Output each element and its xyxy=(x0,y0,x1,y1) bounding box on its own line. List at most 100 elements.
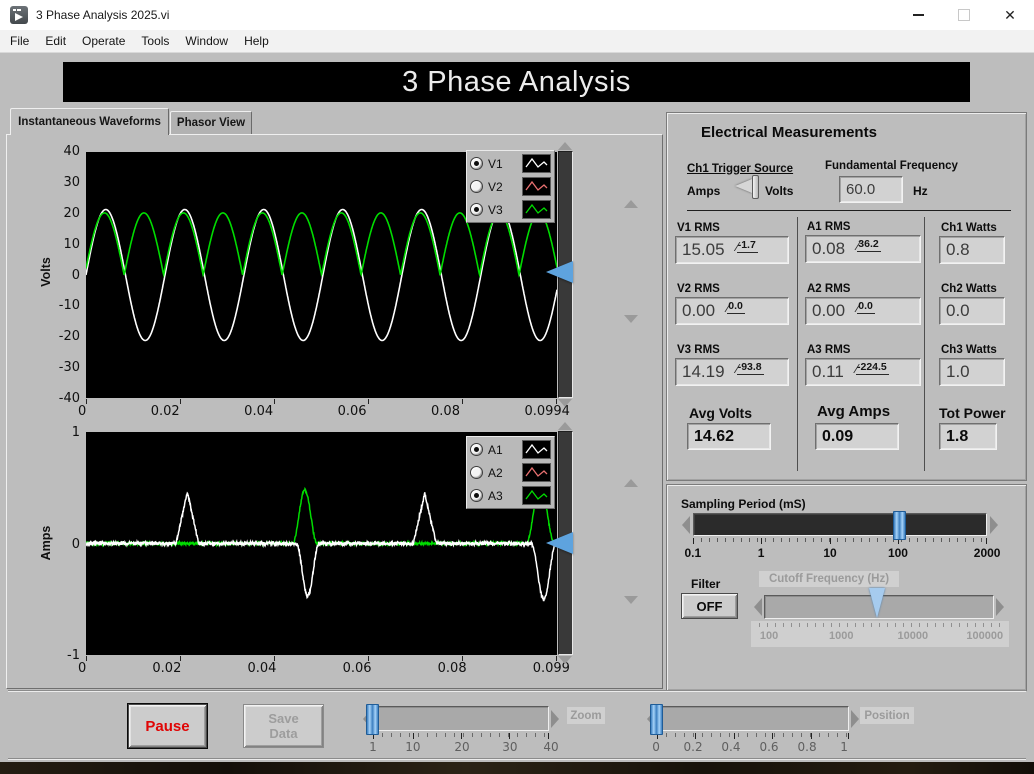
voltage-range-down-arrow[interactable] xyxy=(624,315,638,323)
position-label: Position xyxy=(860,707,914,724)
labview-app-icon xyxy=(10,6,28,24)
i-trigger-level-pointer[interactable] xyxy=(546,532,573,554)
electrical-measurements-panel: Electrical Measurements Ch1 Trigger Sour… xyxy=(666,112,1027,481)
trigger-source-amps-label: Amps xyxy=(687,184,721,198)
save-data-button[interactable]: Save Data xyxy=(243,704,324,748)
v3-rms-field: 14.19 ∕ -93.8 xyxy=(675,358,789,386)
ch3-watts-label: Ch3 Watts xyxy=(941,344,997,356)
a2-rms-label: A2 RMS xyxy=(807,283,851,295)
menu-edit[interactable]: Edit xyxy=(37,32,74,50)
divider xyxy=(8,758,1026,760)
menu-help[interactable]: Help xyxy=(236,32,277,50)
v2-rms-label: V2 RMS xyxy=(677,283,720,295)
cutoff-tick-marks xyxy=(759,623,1001,627)
a1-rms-field: 0.08 ∕ 36.2 xyxy=(805,235,921,263)
phase-angle: ∕ -93.8 xyxy=(736,361,764,376)
menu-tools[interactable]: Tools xyxy=(133,32,177,50)
phase-angle: ∕ 0.0 xyxy=(727,300,745,315)
maximize-button xyxy=(940,0,988,30)
banner-title: 3 Phase Analysis xyxy=(402,65,631,98)
cutoff-right-arrow xyxy=(994,595,1006,619)
minimize-button[interactable] xyxy=(894,0,942,30)
legend-item-a3[interactable]: A3 xyxy=(470,484,551,507)
a1-plot-style-icon[interactable] xyxy=(522,440,551,459)
desktop-strip xyxy=(0,762,1034,774)
a3-radio[interactable] xyxy=(470,489,483,502)
legend-item-a2[interactable]: A2 xyxy=(470,461,551,484)
divider xyxy=(687,210,1011,211)
v2-radio[interactable] xyxy=(470,180,483,193)
avg-volts-field: 14.62 xyxy=(687,423,771,450)
v-trigger-down-arrow[interactable] xyxy=(558,399,572,407)
v3-plot-style-icon[interactable] xyxy=(522,200,551,219)
avg-volts-label: Avg Volts xyxy=(689,405,753,421)
divider xyxy=(924,217,925,471)
phase-angle: ∕ -224.5 xyxy=(855,361,889,376)
i-trigger-down-arrow[interactable] xyxy=(558,656,572,664)
legend-item-v1[interactable]: V1 xyxy=(470,152,551,175)
sampling-right-arrow[interactable] xyxy=(987,513,1000,536)
tab-phasor-view[interactable]: Phasor View xyxy=(170,111,252,134)
current-range-up-arrow[interactable] xyxy=(624,479,638,487)
close-button[interactable]: ✕ xyxy=(986,0,1034,30)
a3-rms-label: A3 RMS xyxy=(807,344,851,356)
v1-radio[interactable] xyxy=(470,157,483,170)
menu-operate[interactable]: Operate xyxy=(74,32,133,50)
sampling-left-arrow[interactable] xyxy=(679,513,692,536)
a3-plot-style-icon[interactable] xyxy=(522,486,551,505)
zoom-slider[interactable] xyxy=(373,706,549,731)
pause-button[interactable]: Pause xyxy=(128,704,207,748)
fundamental-frequency-field: 60.0 xyxy=(839,176,903,203)
phase-angle: ∕ -1.7 xyxy=(736,239,758,254)
ch1-watts-label: Ch1 Watts xyxy=(941,222,997,234)
sampling-handle[interactable] xyxy=(893,511,906,540)
menu-file[interactable]: File xyxy=(2,32,37,50)
title-bar: 3 Phase Analysis 2025.vi ✕ xyxy=(0,0,1034,31)
v1-plot-style-icon[interactable] xyxy=(522,154,551,173)
zoom-handle[interactable] xyxy=(366,704,379,735)
phase-angle: ∕ 0.0 xyxy=(857,300,875,315)
a2-plot-style-icon[interactable] xyxy=(522,463,551,482)
legend-item-a1[interactable]: A1 xyxy=(470,438,551,461)
legend-item-v3[interactable]: V3 xyxy=(470,198,551,221)
zoom-right-arrow[interactable] xyxy=(549,706,561,731)
sampling-scale: 0.1 1 10 100 2000 xyxy=(684,546,1001,560)
v-trigger-up-arrow[interactable] xyxy=(558,142,572,150)
phase-angle: ∕ 36.2 xyxy=(857,238,881,253)
v1-rms-label: V1 RMS xyxy=(677,222,720,234)
divider xyxy=(8,690,1026,692)
i-trigger-up-arrow[interactable] xyxy=(558,422,572,430)
sampling-period-label: Sampling Period (mS) xyxy=(681,497,806,511)
position-handle[interactable] xyxy=(650,704,663,735)
cutoff-left-arrow xyxy=(752,595,764,619)
trigger-source-switch[interactable] xyxy=(733,174,763,199)
a3-rms-field: 0.11 ∕ -224.5 xyxy=(805,358,921,386)
v3-radio[interactable] xyxy=(470,203,483,216)
position-slider[interactable] xyxy=(657,706,849,731)
cutoff-frequency-label: Cutoff Frequency (Hz) xyxy=(759,571,899,587)
cutoff-scale-strip: 100 1000 10000 100000 xyxy=(751,621,1009,647)
v-trigger-level-pointer[interactable] xyxy=(546,261,573,283)
current-range-down-arrow[interactable] xyxy=(624,596,638,604)
amps-legend: A1 A2 A3 xyxy=(466,436,555,509)
cutoff-scale: 100 1000 10000 100000 xyxy=(759,630,1004,642)
sampling-slider[interactable] xyxy=(693,513,987,536)
tot-power-field: 1.8 xyxy=(939,423,997,450)
vi-window: 3 Phase Analysis 2025.vi ✕ File Edit Ope… xyxy=(0,0,1034,774)
menu-window[interactable]: Window xyxy=(177,32,236,50)
a2-rms-field: 0.00 ∕ 0.0 xyxy=(805,297,921,325)
legend-item-v2[interactable]: V2 xyxy=(470,175,551,198)
filter-button[interactable]: OFF xyxy=(681,593,738,619)
tab-instantaneous-waveforms[interactable]: Instantaneous Waveforms xyxy=(10,108,169,135)
amps-x-axis: 0 0.02 0.04 0.06 0.08 0.099 xyxy=(78,661,570,676)
window-title: 3 Phase Analysis 2025.vi xyxy=(36,8,170,22)
a1-radio[interactable] xyxy=(470,443,483,456)
hz-unit-label: Hz xyxy=(913,184,928,198)
v2-plot-style-icon[interactable] xyxy=(522,177,551,196)
voltage-range-up-arrow[interactable] xyxy=(624,200,638,208)
ch1-watts-field: 0.8 xyxy=(939,236,1005,264)
avg-amps-label: Avg Amps xyxy=(817,403,891,420)
position-scale: 0 0.2 0.4 0.6 0.8 1 xyxy=(652,740,848,754)
a2-radio[interactable] xyxy=(470,466,483,479)
trigger-source-volts-label: Volts xyxy=(765,184,794,198)
